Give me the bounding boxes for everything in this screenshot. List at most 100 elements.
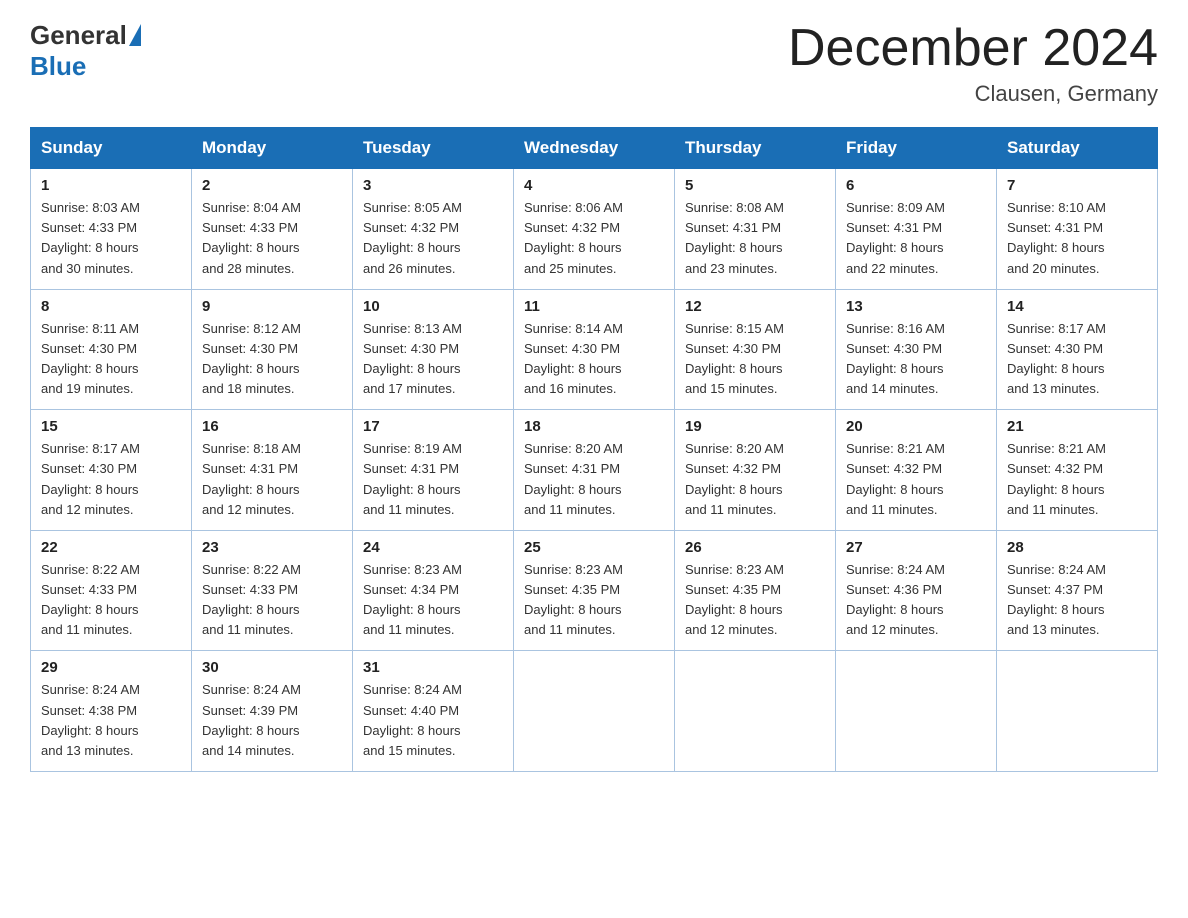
title-block: December 2024 Clausen, Germany [788, 20, 1158, 107]
day-info: Sunrise: 8:12 AM Sunset: 4:30 PM Dayligh… [202, 319, 342, 400]
day-info: Sunrise: 8:23 AM Sunset: 4:34 PM Dayligh… [363, 560, 503, 641]
logo-general-text: General [30, 20, 127, 51]
table-row: 10 Sunrise: 8:13 AM Sunset: 4:30 PM Dayl… [353, 289, 514, 410]
day-info: Sunrise: 8:17 AM Sunset: 4:30 PM Dayligh… [41, 439, 181, 520]
calendar-header-row: Sunday Monday Tuesday Wednesday Thursday… [31, 128, 1158, 169]
calendar-table: Sunday Monday Tuesday Wednesday Thursday… [30, 127, 1158, 772]
day-number: 1 [41, 177, 181, 194]
day-number: 29 [41, 659, 181, 676]
day-info: Sunrise: 8:24 AM Sunset: 4:36 PM Dayligh… [846, 560, 986, 641]
table-row: 13 Sunrise: 8:16 AM Sunset: 4:30 PM Dayl… [836, 289, 997, 410]
day-number: 3 [363, 177, 503, 194]
table-row: 6 Sunrise: 8:09 AM Sunset: 4:31 PM Dayli… [836, 169, 997, 290]
col-wednesday: Wednesday [514, 128, 675, 169]
calendar-week-row: 8 Sunrise: 8:11 AM Sunset: 4:30 PM Dayli… [31, 289, 1158, 410]
day-info: Sunrise: 8:20 AM Sunset: 4:32 PM Dayligh… [685, 439, 825, 520]
table-row: 20 Sunrise: 8:21 AM Sunset: 4:32 PM Dayl… [836, 410, 997, 531]
day-info: Sunrise: 8:10 AM Sunset: 4:31 PM Dayligh… [1007, 198, 1147, 279]
day-number: 23 [202, 539, 342, 556]
table-row [675, 651, 836, 772]
day-info: Sunrise: 8:24 AM Sunset: 4:40 PM Dayligh… [363, 680, 503, 761]
day-info: Sunrise: 8:21 AM Sunset: 4:32 PM Dayligh… [1007, 439, 1147, 520]
table-row: 5 Sunrise: 8:08 AM Sunset: 4:31 PM Dayli… [675, 169, 836, 290]
day-info: Sunrise: 8:05 AM Sunset: 4:32 PM Dayligh… [363, 198, 503, 279]
table-row: 3 Sunrise: 8:05 AM Sunset: 4:32 PM Dayli… [353, 169, 514, 290]
table-row: 30 Sunrise: 8:24 AM Sunset: 4:39 PM Dayl… [192, 651, 353, 772]
day-number: 2 [202, 177, 342, 194]
day-number: 22 [41, 539, 181, 556]
table-row: 9 Sunrise: 8:12 AM Sunset: 4:30 PM Dayli… [192, 289, 353, 410]
table-row: 19 Sunrise: 8:20 AM Sunset: 4:32 PM Dayl… [675, 410, 836, 531]
logo-triangle-icon [129, 24, 141, 46]
table-row: 2 Sunrise: 8:04 AM Sunset: 4:33 PM Dayli… [192, 169, 353, 290]
table-row [997, 651, 1158, 772]
table-row: 12 Sunrise: 8:15 AM Sunset: 4:30 PM Dayl… [675, 289, 836, 410]
day-info: Sunrise: 8:19 AM Sunset: 4:31 PM Dayligh… [363, 439, 503, 520]
day-info: Sunrise: 8:22 AM Sunset: 4:33 PM Dayligh… [41, 560, 181, 641]
table-row: 8 Sunrise: 8:11 AM Sunset: 4:30 PM Dayli… [31, 289, 192, 410]
col-saturday: Saturday [997, 128, 1158, 169]
calendar-week-row: 22 Sunrise: 8:22 AM Sunset: 4:33 PM Dayl… [31, 530, 1158, 651]
location-subtitle: Clausen, Germany [788, 81, 1158, 107]
day-info: Sunrise: 8:09 AM Sunset: 4:31 PM Dayligh… [846, 198, 986, 279]
day-number: 25 [524, 539, 664, 556]
day-number: 5 [685, 177, 825, 194]
table-row: 25 Sunrise: 8:23 AM Sunset: 4:35 PM Dayl… [514, 530, 675, 651]
day-info: Sunrise: 8:18 AM Sunset: 4:31 PM Dayligh… [202, 439, 342, 520]
col-thursday: Thursday [675, 128, 836, 169]
table-row: 21 Sunrise: 8:21 AM Sunset: 4:32 PM Dayl… [997, 410, 1158, 531]
table-row: 7 Sunrise: 8:10 AM Sunset: 4:31 PM Dayli… [997, 169, 1158, 290]
day-number: 20 [846, 418, 986, 435]
day-info: Sunrise: 8:06 AM Sunset: 4:32 PM Dayligh… [524, 198, 664, 279]
day-number: 17 [363, 418, 503, 435]
day-number: 26 [685, 539, 825, 556]
day-info: Sunrise: 8:23 AM Sunset: 4:35 PM Dayligh… [685, 560, 825, 641]
day-info: Sunrise: 8:24 AM Sunset: 4:39 PM Dayligh… [202, 680, 342, 761]
page-header: General Blue December 2024 Clausen, Germ… [30, 20, 1158, 107]
day-number: 10 [363, 298, 503, 315]
day-number: 16 [202, 418, 342, 435]
day-info: Sunrise: 8:23 AM Sunset: 4:35 PM Dayligh… [524, 560, 664, 641]
table-row: 22 Sunrise: 8:22 AM Sunset: 4:33 PM Dayl… [31, 530, 192, 651]
table-row: 18 Sunrise: 8:20 AM Sunset: 4:31 PM Dayl… [514, 410, 675, 531]
table-row: 1 Sunrise: 8:03 AM Sunset: 4:33 PM Dayli… [31, 169, 192, 290]
day-number: 19 [685, 418, 825, 435]
table-row: 11 Sunrise: 8:14 AM Sunset: 4:30 PM Dayl… [514, 289, 675, 410]
col-sunday: Sunday [31, 128, 192, 169]
day-number: 11 [524, 298, 664, 315]
table-row: 14 Sunrise: 8:17 AM Sunset: 4:30 PM Dayl… [997, 289, 1158, 410]
day-info: Sunrise: 8:13 AM Sunset: 4:30 PM Dayligh… [363, 319, 503, 400]
day-number: 12 [685, 298, 825, 315]
day-info: Sunrise: 8:11 AM Sunset: 4:30 PM Dayligh… [41, 319, 181, 400]
day-number: 18 [524, 418, 664, 435]
day-info: Sunrise: 8:21 AM Sunset: 4:32 PM Dayligh… [846, 439, 986, 520]
day-info: Sunrise: 8:14 AM Sunset: 4:30 PM Dayligh… [524, 319, 664, 400]
day-info: Sunrise: 8:04 AM Sunset: 4:33 PM Dayligh… [202, 198, 342, 279]
day-number: 31 [363, 659, 503, 676]
table-row: 31 Sunrise: 8:24 AM Sunset: 4:40 PM Dayl… [353, 651, 514, 772]
table-row [836, 651, 997, 772]
day-number: 28 [1007, 539, 1147, 556]
day-info: Sunrise: 8:22 AM Sunset: 4:33 PM Dayligh… [202, 560, 342, 641]
day-number: 14 [1007, 298, 1147, 315]
day-info: Sunrise: 8:08 AM Sunset: 4:31 PM Dayligh… [685, 198, 825, 279]
calendar-week-row: 15 Sunrise: 8:17 AM Sunset: 4:30 PM Dayl… [31, 410, 1158, 531]
table-row: 23 Sunrise: 8:22 AM Sunset: 4:33 PM Dayl… [192, 530, 353, 651]
day-info: Sunrise: 8:03 AM Sunset: 4:33 PM Dayligh… [41, 198, 181, 279]
table-row: 27 Sunrise: 8:24 AM Sunset: 4:36 PM Dayl… [836, 530, 997, 651]
table-row: 24 Sunrise: 8:23 AM Sunset: 4:34 PM Dayl… [353, 530, 514, 651]
day-number: 21 [1007, 418, 1147, 435]
table-row: 15 Sunrise: 8:17 AM Sunset: 4:30 PM Dayl… [31, 410, 192, 531]
logo-blue-text: Blue [30, 51, 86, 82]
calendar-week-row: 29 Sunrise: 8:24 AM Sunset: 4:38 PM Dayl… [31, 651, 1158, 772]
table-row: 16 Sunrise: 8:18 AM Sunset: 4:31 PM Dayl… [192, 410, 353, 531]
table-row: 29 Sunrise: 8:24 AM Sunset: 4:38 PM Dayl… [31, 651, 192, 772]
day-info: Sunrise: 8:15 AM Sunset: 4:30 PM Dayligh… [685, 319, 825, 400]
day-info: Sunrise: 8:20 AM Sunset: 4:31 PM Dayligh… [524, 439, 664, 520]
col-tuesday: Tuesday [353, 128, 514, 169]
table-row [514, 651, 675, 772]
col-friday: Friday [836, 128, 997, 169]
day-number: 7 [1007, 177, 1147, 194]
table-row: 4 Sunrise: 8:06 AM Sunset: 4:32 PM Dayli… [514, 169, 675, 290]
day-number: 13 [846, 298, 986, 315]
